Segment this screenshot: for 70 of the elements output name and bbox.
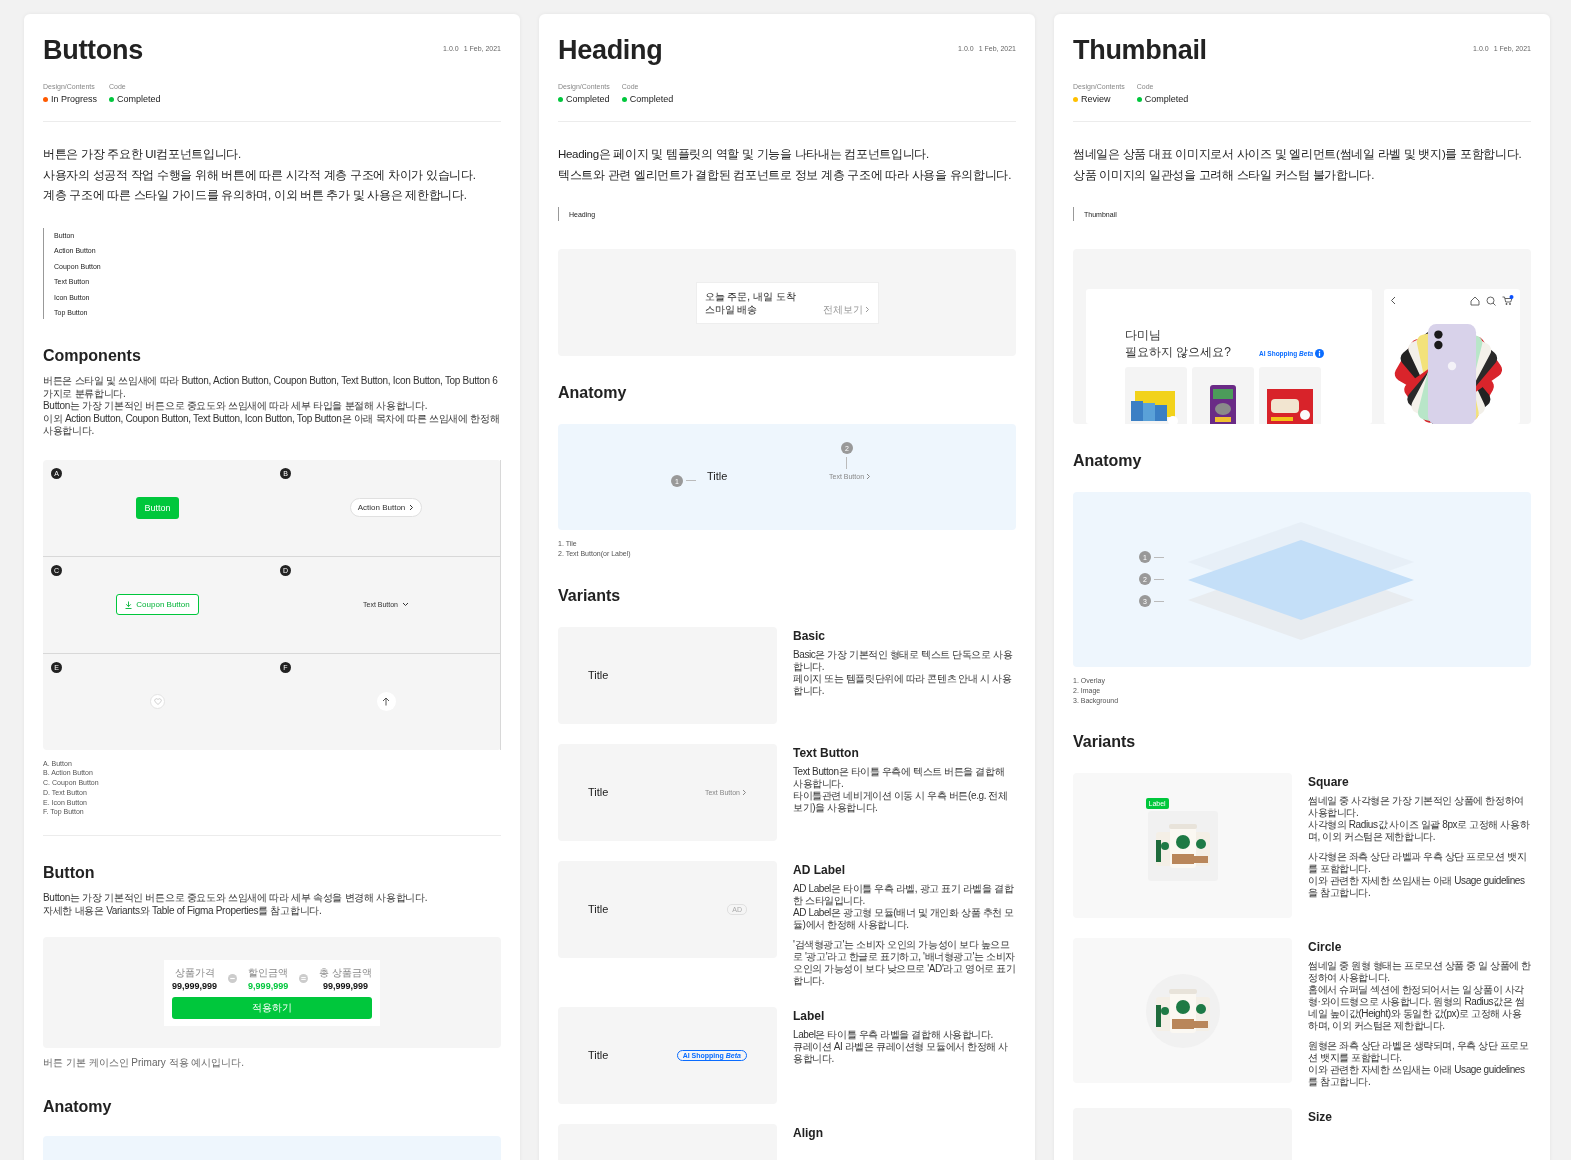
section-heading: Components [43, 346, 142, 366]
description-text: 큐레이션 AI 라벨은 큐레이션형 모듈에서 한정해 사용합니다. [793, 1040, 1009, 1065]
title-text: Title [588, 669, 609, 682]
description-text: AD Label은 광고형 모듈(배너 및 개인화 상품 추천 모듈)에서 한정해 사용합니다. [793, 906, 1015, 931]
description-text: 타이틀관련 네비게이션 이동 시 우측 버튼(e.g. 전체보기)을 사용합니다. [793, 789, 1009, 814]
description-text: AD Label은 타이틀 우측 라벨, 광고 표기 라벨을 결합한 스타일입니다. [793, 882, 1015, 907]
section-heading: Variants [1073, 732, 1137, 753]
description-text: Basic은 가장 기본적인 형태로 텍스트 단독으로 사용합니다. [793, 648, 1014, 673]
intro-text: 사용자의 성공적 작업 수행을 위해 버튼에 따른 시각적 계층 구조에 차이가 있습니다. [43, 167, 477, 183]
description-text: 홈에서 슈퍼딜 섹션에 한정되어서는 일 상품이 사각형·와이드형으로 사용합니다. 원형의 Radius값은 썸네일 높이값(Height)와 동일한 값(px)로 고정해 사용하며, 이외 커스텀은 제한합니다. [1308, 984, 1526, 1033]
variant-title: Size [1308, 1110, 1333, 1126]
status-text: Completed [629, 94, 674, 104]
status-text: Completed [566, 94, 610, 104]
variant-title: Label [793, 1008, 826, 1024]
heading-text: 스마일 배송 [704, 302, 759, 316]
caption-text: 버튼 기본 케이스인 Primary 적용 예시입니다. [43, 1056, 246, 1071]
price-label: 총 상품금액 [319, 965, 372, 980]
price-label: 할인금액 [248, 965, 289, 980]
price-value: 99,999,999 [322, 980, 370, 991]
price-value: 9,999,999 [248, 980, 289, 991]
variant-title: AD Label [793, 862, 846, 878]
description-text: 페이지 또는 템플릿단위에 따라 콘텐츠 안내 시 사용합니다. [793, 672, 1013, 697]
description-text: 썸네일 중 사각형은 가장 기본적인 상품에 한정하여 사용합니다. [1308, 795, 1525, 820]
description-text: 이와 관련한 자세한 쓰임새는 아래 Usage guidelines를 참고합니다. [1308, 1064, 1526, 1089]
action-button[interactable]: Action Button [349, 498, 423, 517]
section-heading: Variants [558, 585, 622, 606]
description-text: 원형은 좌측 상단 라벨은 생략되며, 우측 상단 프로모션 뱃지를 포함합니다. [1308, 1040, 1530, 1065]
description-text: 이와 관련한 자세한 쓰임새는 아래 Usage guidelines을 참고합니다. [1308, 875, 1526, 900]
title-text: Title [588, 1049, 609, 1062]
variant-title: Align [793, 1125, 824, 1141]
section-heading: Button [43, 863, 96, 884]
title-text: Title [588, 903, 609, 916]
variant-title: Circle [1308, 940, 1343, 956]
description-text: 버튼은 스타일 및 쓰임새에 따라 Button, Action Button, Coupon Button, Text Button, Icon Button, Top Button 6가지로 분류합니다. [43, 375, 499, 400]
heading-text: 필요하지 않으세요? [1125, 344, 1231, 361]
section-heading: Anatomy [558, 383, 628, 403]
page-title: Thumbnail [1073, 34, 1207, 66]
section-heading: Anatomy [43, 1097, 113, 1118]
page-title: Heading [558, 34, 663, 66]
intro-text: 버튼은 가장 주요한 UI컴포넌트입니다. [43, 147, 242, 162]
variant-title: Square [1308, 775, 1350, 791]
description-text: Text Button은 타이틀 우측에 텍스트 버튼을 결합해 사용합니다. [793, 765, 1006, 790]
intro-text: 상품 이미지의 일관성을 고려해 스타일 커스텀 불가합니다. [1073, 167, 1376, 183]
price-value: 99,999,999 [172, 980, 218, 991]
description-text: 사각형은 좌측 상단 라벨과 우측 상단 프로모션 뱃지를 포함합니다. [1308, 851, 1528, 876]
status-text: Review [1081, 94, 1111, 104]
status-text: Completed [1144, 94, 1189, 104]
description-text: 썸네일 중 원형 형태는 프로모션 상품 중 일 상품에 한정하여 사용합니다. [1308, 960, 1531, 985]
price-label: 상품가격 [173, 965, 216, 980]
description-text: Label은 타이틀 우측 라벨을 결합해 사용합니다. [793, 1028, 994, 1041]
section-heading: Anatomy [1073, 451, 1143, 471]
intro-text: Heading은 페이지 및 템플릿의 역할 및 기능을 나타내는 컴포넌트입니다. [558, 147, 930, 162]
description-text: Button는 가장 기본적인 버튼으로 중요도와 쓰임새에 따라 세부 속성을 변경해 사용합니다. [43, 892, 429, 905]
intro-text: 텍스트와 관련 엘리먼트가 결합된 컴포넌트로 정보 계층 구조에 따라 사용을 유의합니다. [558, 167, 1013, 183]
description-text: '검색형광고'는 소비자 오인의 가능성이 보다 높으므로 '광고'라고 한글로 표기하고, '배너형광고'는 소비자 오인의 가능성이 보다 낮으므로 'AD'라고 영어로 표기합니다. [793, 938, 1016, 987]
intro-text: 썸네일은 상품 대표 이미지로서 사이즈 및 엘리먼트(썸네일 라벨 및 뱃지)를 포함합니다. [1073, 147, 1523, 162]
description-text: 자세한 내용은 Variants와 Table of Figma Properties를 참고합니다. [43, 904, 323, 918]
status-text: Completed [117, 94, 161, 104]
description-text: 이외 Action Button, Coupon Button, Text Button, Icon Button, Top Button은 아래 목차에 따른 쓰임새에 한정해 사용합니다. [43, 412, 501, 438]
status-text: In Progress [51, 94, 98, 104]
page-title: Buttons [43, 34, 143, 66]
intro-text: 계층 구조에 따른 스타일 가이드를 유의하며, 이외 버튼 추가 및 사용은 제한합니다. [43, 188, 468, 203]
variant-title: Text Button [793, 745, 860, 761]
heading-text: 오늘 주문, 내일 도착 [704, 289, 796, 303]
description-text: Button는 가장 기본적인 버튼으로 중요도와 쓰임새에 따라 세부 타입을 분절해 사용합니다. [43, 400, 429, 413]
description-text: 사각형의 Radius값 사이즈 일괄 8px로 고정해 사용하며, 이외 커스텀은 제한합니다. [1308, 819, 1531, 844]
title-text: Title [588, 786, 609, 799]
heading-text: 다미님 [1125, 327, 1162, 344]
variant-title: Basic [793, 628, 827, 644]
title-text: Title [707, 470, 728, 482]
